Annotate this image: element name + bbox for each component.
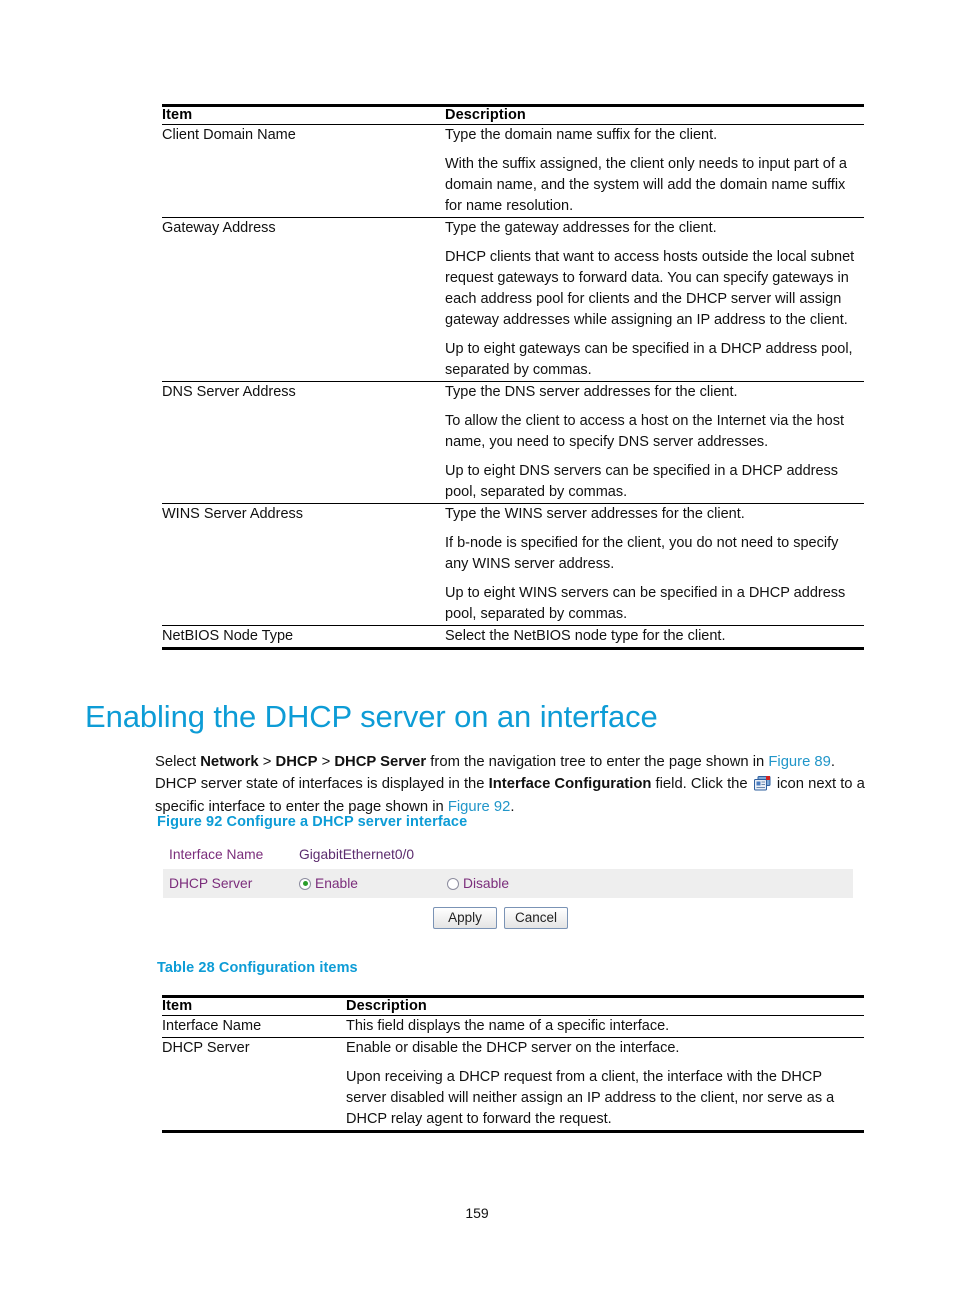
cancel-button[interactable]: Cancel xyxy=(504,907,568,929)
configuration-items-table-continued: Item Description Client Domain Name Type … xyxy=(162,104,864,650)
figure-92-caption: Figure 92 Configure a DHCP server interf… xyxy=(157,814,468,830)
radio-enable-indicator[interactable] xyxy=(299,877,311,890)
description-paragraph: If b-node is specified for the client, y… xyxy=(445,535,839,572)
table-cell-item: DHCP Server xyxy=(162,1040,250,1056)
nav-network: Network xyxy=(200,753,259,770)
table-28-caption: Table 28 Configuration items xyxy=(157,960,358,976)
table-cell-description: Type the WINS server addresses for the c… xyxy=(445,504,864,626)
table-cell-item: Interface Name xyxy=(162,1018,262,1034)
description-paragraph: Select the NetBIOS node type for the cli… xyxy=(445,628,726,644)
dhcp-server-interface-form: Interface Name GigabitEthernet0/0 DHCP S… xyxy=(163,840,853,929)
radio-disable[interactable]: Disable xyxy=(447,876,595,891)
field-interface-configuration: Interface Configuration xyxy=(488,776,652,793)
column-header-description: Description xyxy=(445,107,526,123)
table-cell-item: Client Domain Name xyxy=(162,127,296,143)
table-cell-description: Enable or disable the DHCP server on the… xyxy=(346,1038,864,1132)
para-segment-4: field. Click the xyxy=(651,776,752,793)
nav-dhcp: DHCP xyxy=(275,753,318,770)
xref-figure-89[interactable]: Figure 89 xyxy=(768,754,831,770)
table-cell-description: Select the NetBIOS node type for the cli… xyxy=(445,626,864,649)
table-header-row: Item Description xyxy=(162,996,864,1016)
dhcp-server-radio-group: Enable Disable xyxy=(299,876,595,891)
radio-enable-label: Enable xyxy=(315,876,358,891)
table-row: Interface Name This field displays the na… xyxy=(162,1015,864,1038)
configuration-items-table: Item Description Interface Name This fiel… xyxy=(162,995,864,1133)
table-cell-description: Type the DNS server addresses for the cl… xyxy=(445,382,864,504)
table-cell-description: This field displays the name of a specif… xyxy=(346,1016,864,1038)
description-paragraph: Up to eight gateways can be specified in… xyxy=(445,341,853,378)
page-title: Enabling the DHCP server on an interface xyxy=(85,698,658,734)
table-cell-item: Gateway Address xyxy=(162,220,276,236)
description-paragraph: With the suffix assigned, the client onl… xyxy=(445,156,847,214)
table-row: DHCP Server Enable or disable the DHCP se… xyxy=(162,1037,864,1132)
form-action-buttons: Apply Cancel xyxy=(163,898,853,929)
description-paragraph: To allow the client to access a host on … xyxy=(445,413,844,450)
radio-enable[interactable]: Enable xyxy=(299,876,447,891)
table-header-row: Item Description xyxy=(162,105,864,125)
description-paragraph: This field displays the name of a specif… xyxy=(346,1018,670,1034)
description-paragraph: Type the gateway addresses for the clien… xyxy=(445,220,717,236)
table-row: Client Domain Name Type the domain name s… xyxy=(162,124,864,218)
nav-sep-2: > xyxy=(317,753,335,770)
column-header-item: Item xyxy=(162,107,193,123)
nav-dhcp-server: DHCP Server xyxy=(334,753,427,770)
table-cell-item: WINS Server Address xyxy=(162,506,304,522)
description-paragraph: Up to eight DNS servers can be specified… xyxy=(445,463,839,500)
configure-page-icon xyxy=(753,776,771,791)
description-paragraph: Type the DNS server addresses for the cl… xyxy=(445,384,738,400)
page-number: 159 xyxy=(465,1205,489,1221)
interface-name-label: Interface Name xyxy=(169,847,264,862)
column-header-description: Description xyxy=(346,998,427,1014)
dhcp-server-row: DHCP Server Enable Disable xyxy=(163,869,853,898)
description-paragraph: DHCP clients that want to access hosts o… xyxy=(445,249,855,328)
dhcp-server-label: DHCP Server xyxy=(169,876,253,891)
table-row: Gateway Address Type the gateway addresse… xyxy=(162,217,864,382)
description-paragraph: Upon receiving a DHCP request from a cli… xyxy=(346,1069,835,1127)
table-cell-description: Type the gateway addresses for the clien… xyxy=(445,218,864,382)
para-segment-2: from the navigation tree to enter the pa… xyxy=(426,753,769,770)
table-row: DNS Server Address Type the DNS server ad… xyxy=(162,381,864,504)
table-cell-item: NetBIOS Node Type xyxy=(162,628,294,644)
intro-paragraph: Select Network > DHCP > DHCP Server from… xyxy=(155,751,867,819)
description-paragraph: Type the domain name suffix for the clie… xyxy=(445,127,718,143)
radio-disable-label: Disable xyxy=(463,876,510,891)
radio-disable-indicator[interactable] xyxy=(447,877,459,890)
interface-name-row: Interface Name GigabitEthernet0/0 xyxy=(163,840,853,869)
para-segment-6: . xyxy=(510,798,515,815)
description-paragraph: Type the WINS server addresses for the c… xyxy=(445,506,745,522)
xref-figure-92[interactable]: Figure 92 xyxy=(448,799,511,815)
column-header-item: Item xyxy=(162,998,193,1014)
table-cell-item: DNS Server Address xyxy=(162,384,296,400)
table-row: WINS Server Address Type the WINS server … xyxy=(162,503,864,626)
para-segment-1: Select xyxy=(155,753,201,770)
table-row: NetBIOS Node Type Select the NetBIOS node… xyxy=(162,625,864,649)
apply-button[interactable]: Apply xyxy=(433,907,497,929)
nav-sep-1: > xyxy=(258,753,276,770)
description-paragraph: Up to eight WINS servers can be specifie… xyxy=(445,585,846,622)
table-cell-description: Type the domain name suffix for the clie… xyxy=(445,125,864,218)
document-page: Item Description Client Domain Name Type … xyxy=(0,0,954,1296)
interface-name-value: GigabitEthernet0/0 xyxy=(299,847,415,862)
description-paragraph: Enable or disable the DHCP server on the… xyxy=(346,1040,680,1056)
